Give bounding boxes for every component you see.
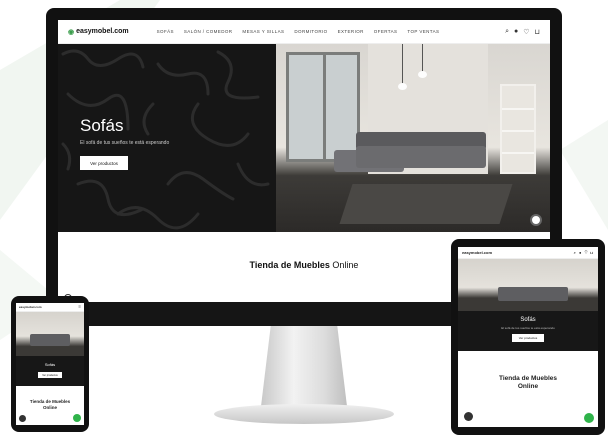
nav-item-ofertas[interactable]: Ofertas <box>374 29 398 34</box>
phone-view-products-button[interactable]: Ver productos <box>38 372 62 378</box>
nav-item-salon[interactable]: Salón / Comedor <box>184 29 233 34</box>
site-header: ◉ easymobel.com Sofás Salón / Comedor Me… <box>58 20 550 44</box>
nav-item-dormitorio[interactable]: Dormitorio <box>294 29 327 34</box>
nav-item-sofas[interactable]: Sofás <box>157 29 174 34</box>
hero-title: Sofás <box>80 116 124 135</box>
tablet-device: easymobel.com ⌕ ● ♡ ⊔ Sofás El sofá de t… <box>451 239 605 435</box>
chat-icon[interactable] <box>530 214 542 226</box>
pendant-lamp-icon <box>418 44 427 78</box>
hero-banner: Sofás El sofá de tus sueños te está espe… <box>58 44 550 232</box>
hero-text-panel: Sofás El sofá de tus sueños te está espe… <box>58 44 276 232</box>
tablet-accessibility-icon[interactable] <box>464 412 473 421</box>
nav-item-exterior[interactable]: Exterior <box>338 29 364 34</box>
user-icon[interactable]: ● <box>514 28 518 36</box>
monitor-base <box>214 404 394 424</box>
tablet-screen: easymobel.com ⌕ ● ♡ ⊔ Sofás El sofá de t… <box>458 247 598 427</box>
phone-hero-title: Sofás <box>44 362 56 367</box>
tablet-header-icons[interactable]: ⌕ ● ♡ ⊔ <box>574 250 594 255</box>
heart-icon[interactable]: ♡ <box>523 28 529 36</box>
site-logo[interactable]: ◉ easymobel.com <box>68 28 129 36</box>
phone-logo[interactable]: easymobel.com <box>19 305 42 309</box>
tablet-sofa-photo <box>458 259 598 311</box>
rug-image <box>339 184 513 224</box>
main-nav: Sofás Salón / Comedor Mesas y Sillas Dor… <box>157 29 505 34</box>
tablet-tagline-line2: Online <box>517 383 539 390</box>
tablet-logo[interactable]: easymobel.com <box>462 250 492 255</box>
menu-icon[interactable]: ☰ <box>78 305 81 309</box>
phone-header: easymobel.com ☰ <box>16 303 84 312</box>
bookshelf-image <box>500 84 536 174</box>
header-icons: ⌕ ● ♡ ⊔ <box>505 28 540 36</box>
cart-icon[interactable]: ⊔ <box>535 28 540 36</box>
phone-tagline-line2: Online <box>42 405 57 410</box>
tablet-whatsapp-icon[interactable] <box>584 413 594 423</box>
logo-text: easymobel.com <box>76 28 129 35</box>
phone-hero: Sofás Ver productos <box>16 312 84 386</box>
tablet-view-products-button[interactable]: Ver productos <box>512 334 544 342</box>
hero-pattern <box>61 49 270 230</box>
logo-mark-icon: ◉ <box>68 28 75 36</box>
phone-device: easymobel.com ☰ Sofás Ver productos Tien… <box>11 296 89 432</box>
tablet-tagline-line1: Tienda de Muebles <box>498 375 558 382</box>
tablet-tagline: Tienda de Muebles Online <box>458 375 598 391</box>
hero-subtitle: El sofá de tus sueños te está esperando <box>80 140 170 146</box>
phone-screen: easymobel.com ☰ Sofás Ver productos Tien… <box>16 303 84 425</box>
nav-item-top-ventas[interactable]: Top Ventas <box>407 29 439 34</box>
hero-sofa-photo <box>276 44 550 232</box>
phone-accessibility-icon[interactable] <box>19 415 26 422</box>
tagline-bold: Tienda de Muebles <box>249 260 330 270</box>
tagline-light: Online <box>332 260 359 270</box>
nav-item-mesas[interactable]: Mesas y Sillas <box>242 29 284 34</box>
phone-sofa-photo <box>16 312 84 356</box>
tablet-header: easymobel.com ⌕ ● ♡ ⊔ <box>458 247 598 259</box>
phone-tagline: Tienda de Muebles Online <box>16 399 84 411</box>
tablet-hero-subtitle: El sofá de tus sueños te está esperando <box>501 326 555 330</box>
search-icon[interactable]: ⌕ <box>505 28 509 36</box>
sofa-image <box>334 132 486 172</box>
tablet-hero: Sofás El sofá de tus sueños te está espe… <box>458 259 598 351</box>
view-products-button[interactable]: Ver productos <box>80 156 128 170</box>
pendant-lamp-icon <box>398 44 407 90</box>
phone-whatsapp-icon[interactable] <box>73 414 81 422</box>
tablet-hero-title: Sofás <box>520 317 536 323</box>
